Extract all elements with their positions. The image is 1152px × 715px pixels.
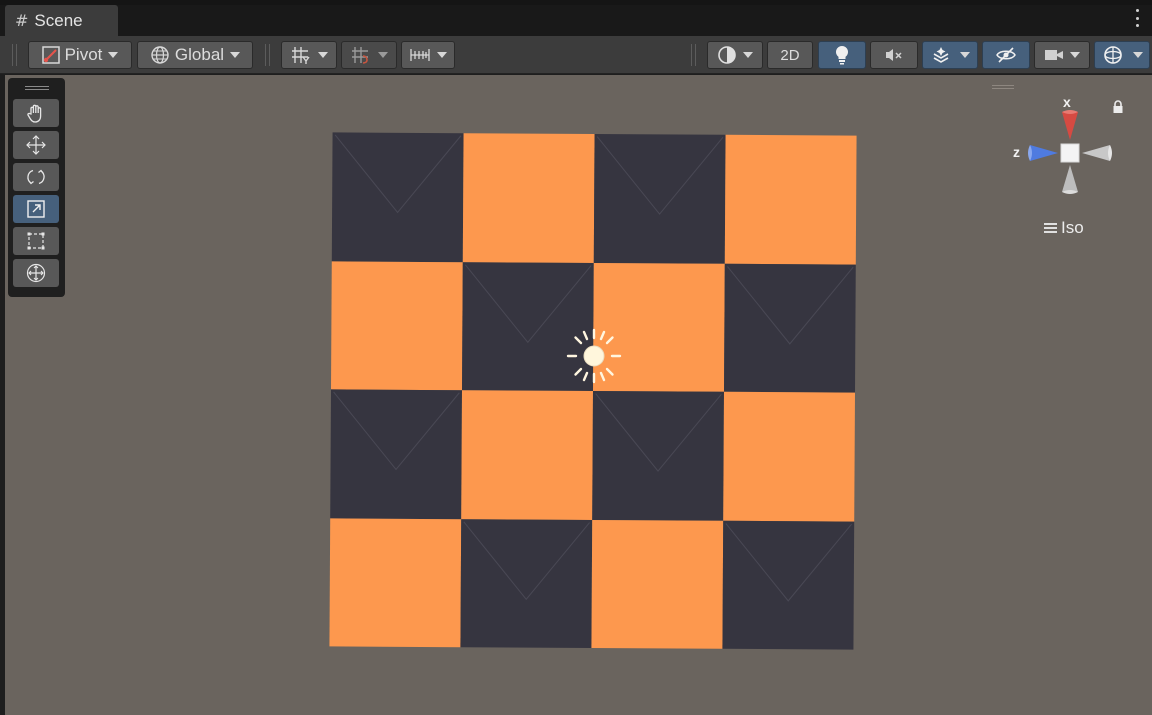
board-cell-dark [724,263,856,393]
board-cell-dark [330,389,462,519]
effects-icon [933,47,948,63]
mode-2d-label: 2D [780,46,800,64]
board-cell-dark [592,391,724,521]
orientation-gizmo[interactable] [1010,90,1120,200]
scene-toolbar: Pivot Global 2D [0,36,1152,74]
transform-tool-button[interactable] [13,259,59,287]
scene-tab-bar: # Scene [0,0,1152,36]
board-cell-orange [724,134,857,265]
gizmo-drag-handle[interactable] [992,85,1014,89]
chevron-down-icon [1132,52,1143,58]
checkerboard-plane[interactable] [329,132,857,650]
audio-mute-icon [886,49,902,61]
globe-icon [151,46,169,64]
gizmos-icon [1103,46,1122,64]
toolbar-grip[interactable] [12,44,17,66]
z-axis-cone [1030,145,1058,161]
grid-snap-icon [292,47,310,64]
global-dropdown[interactable]: Global [137,41,253,69]
cell-wire-lines [596,136,724,215]
grid-snap-toggle[interactable] [281,41,337,69]
x-axis-cone [1062,112,1078,140]
camera-dropdown[interactable] [1034,41,1090,69]
increment-snap-icon [352,47,368,64]
visibility-toggle[interactable] [982,41,1030,69]
rotate-icon [27,169,45,185]
board-cell-orange [723,391,855,522]
ruler-toggle[interactable] [401,41,455,69]
shading-mode-icon [718,46,736,64]
board-cell-orange [462,133,595,263]
hand-tool-button[interactable] [13,99,59,127]
chevron-down-icon [378,52,388,58]
move-icon [26,135,46,155]
transform-icon [26,263,46,283]
tab-scene[interactable]: # Scene [5,5,118,36]
cell-wire-lines [463,520,590,600]
menu-lines-icon [1044,223,1057,233]
pivot-dropdown[interactable]: Pivot [28,41,132,69]
negative-z-axis-cone [1082,145,1110,161]
chevron-down-icon [108,52,119,58]
effects-dropdown[interactable] [922,41,978,69]
board-cell-orange [591,519,724,649]
toolbar-grip[interactable] [691,44,696,66]
lock-icon[interactable] [1112,100,1124,114]
board-cell-dark [331,132,464,262]
tool-palette [8,78,65,297]
board-cell-orange [331,260,463,391]
board-cell-orange [329,517,462,648]
board-cell-dark [460,518,593,648]
board-cell-dark [593,134,726,264]
shading-mode-dropdown[interactable] [707,41,763,69]
audio-toggle[interactable] [870,41,918,69]
ruler-icon [410,49,430,61]
gizmos-dropdown[interactable] [1094,41,1150,69]
projection-label: Iso [1061,218,1084,237]
board-cell-dark [722,520,855,650]
lightbulb-icon [835,45,849,65]
camera-icon [1045,50,1063,60]
rect-transform-icon [27,232,45,250]
palette-drag-handle[interactable] [24,86,49,90]
board-cell-orange [461,390,593,520]
hand-icon [27,104,42,123]
chevron-down-icon [1070,52,1080,58]
grid-hash-icon: # [15,11,29,30]
chevron-down-icon [230,52,241,58]
tab-scene-label: Scene [34,10,83,30]
chevron-down-icon [959,52,970,58]
chevron-down-icon [318,52,328,58]
rotate-tool-button[interactable] [13,163,59,191]
cell-wire-lines [725,522,852,602]
chevron-down-icon [743,52,753,58]
global-label: Global [174,45,225,64]
mode-2d-toggle[interactable]: 2D [767,41,813,69]
projection-toggle[interactable]: Iso [1044,218,1084,238]
pivot-icon [41,46,60,64]
hidden-eye-icon [996,47,1016,63]
cell-wire-lines [334,134,462,214]
move-tool-button[interactable] [13,131,59,159]
rect-tool-button[interactable] [13,227,59,255]
gizmo-center-cube [1060,143,1080,163]
lighting-toggle[interactable] [818,41,866,69]
chevron-down-icon [437,52,447,58]
cell-wire-lines [726,265,854,345]
increment-snap-toggle[interactable] [341,41,397,69]
cell-wire-lines [333,391,460,471]
scale-tool-button[interactable] [13,195,59,223]
more-options-icon[interactable] [1134,9,1140,27]
pivot-label: Pivot [64,45,103,64]
top-strip [0,0,1152,5]
cell-wire-lines [595,393,722,472]
y-axis-cone [1062,165,1078,192]
sun-icon[interactable] [566,328,622,384]
scale-icon [27,200,45,218]
toolbar-grip[interactable] [265,44,270,66]
